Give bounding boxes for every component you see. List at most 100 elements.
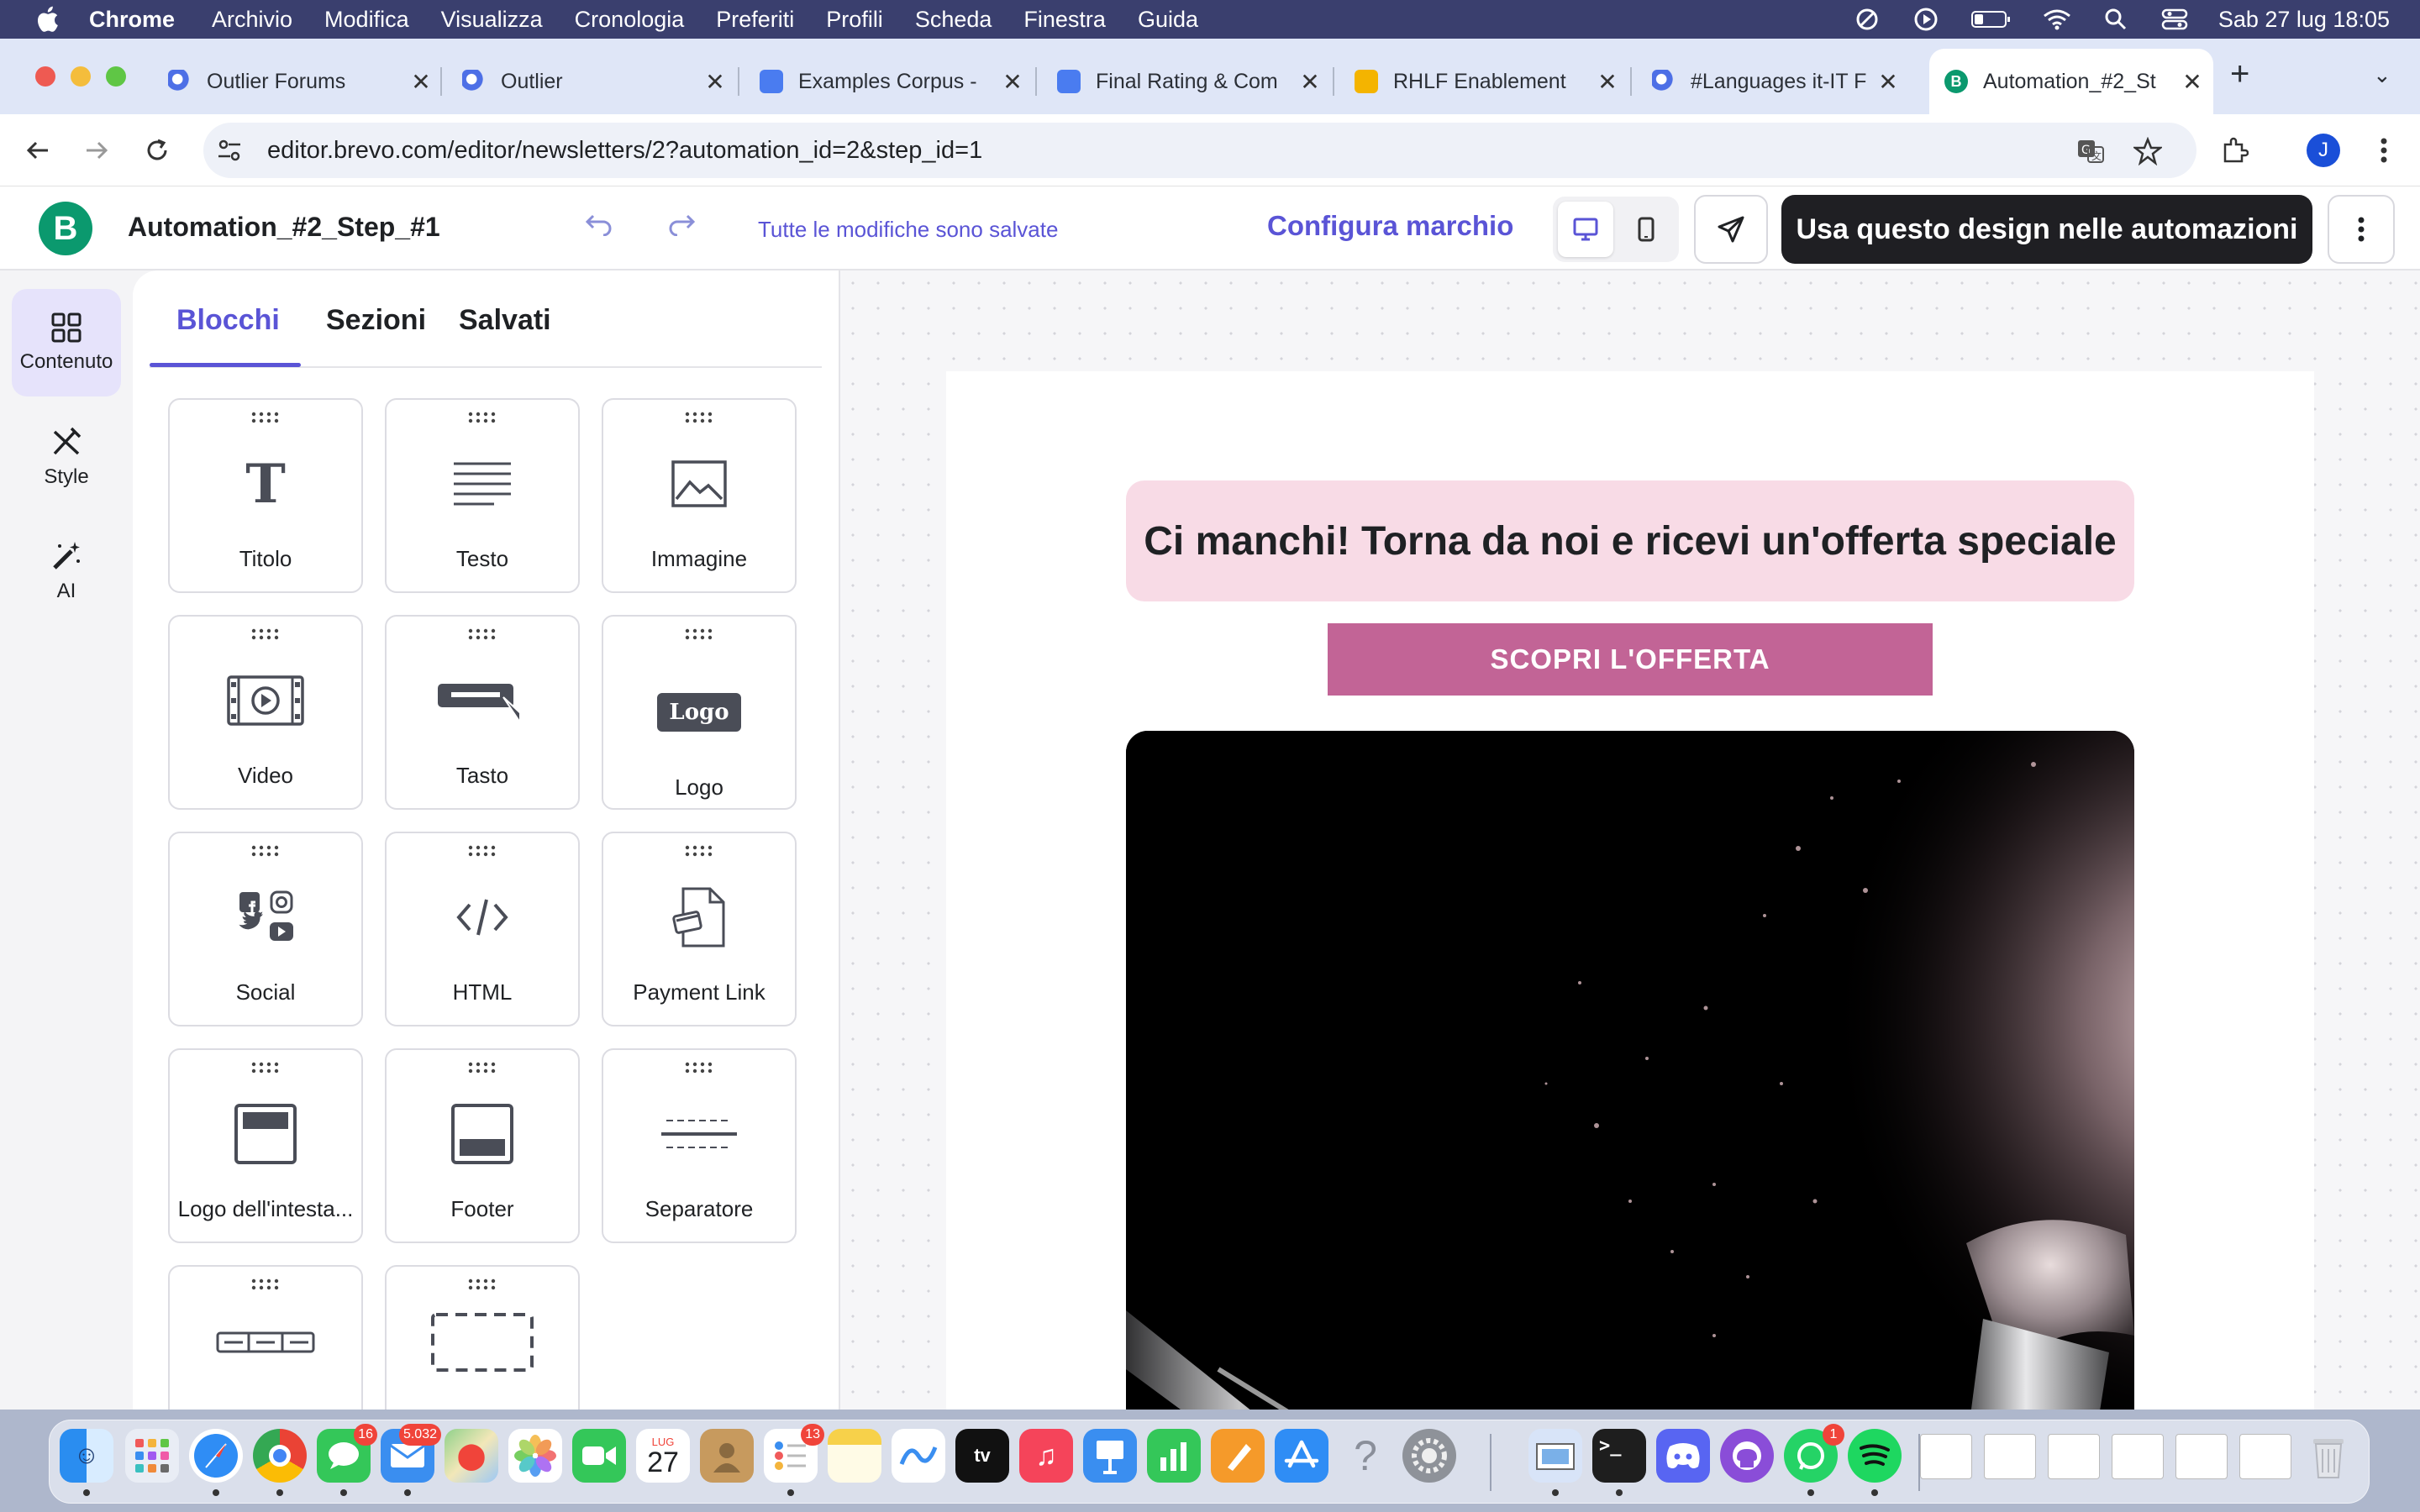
menu-visualizza[interactable]: Visualizza bbox=[441, 7, 543, 33]
block-html[interactable]: HTML bbox=[385, 832, 580, 1026]
drag-handle-icon[interactable] bbox=[464, 1278, 502, 1290]
tab-languages[interactable]: #Languages it-IT F ✕ bbox=[1640, 49, 1901, 114]
battery-icon[interactable] bbox=[1970, 7, 2013, 32]
menu-preferiti[interactable]: Preferiti bbox=[716, 7, 794, 33]
menu-scheda[interactable]: Scheda bbox=[915, 7, 992, 33]
tab-blocchi[interactable]: Blocchi bbox=[176, 304, 280, 337]
minimized-window-thumbnail[interactable] bbox=[2175, 1434, 2228, 1479]
drag-handle-icon[interactable] bbox=[464, 628, 502, 640]
close-tab-icon[interactable]: ✕ bbox=[1595, 68, 1620, 96]
block-spacer[interactable] bbox=[385, 1265, 580, 1410]
tab-search-chevron-icon[interactable]: ⌄ bbox=[2373, 62, 2391, 88]
close-tab-icon[interactable]: ✕ bbox=[1876, 68, 1901, 96]
photos-icon[interactable] bbox=[508, 1429, 562, 1483]
contacts-icon[interactable] bbox=[700, 1429, 754, 1483]
block-immagine[interactable]: Immagine bbox=[602, 398, 797, 593]
terminal-icon[interactable]: >_ bbox=[1592, 1429, 1646, 1483]
tab-salvati[interactable]: Salvati bbox=[459, 304, 551, 337]
tab-rhlf-enablement[interactable]: RHLF Enablement ✕ bbox=[1343, 49, 1620, 114]
drag-handle-icon[interactable] bbox=[247, 1278, 286, 1290]
wifi-icon[interactable] bbox=[2042, 7, 2072, 32]
site-settings-icon[interactable] bbox=[215, 136, 244, 165]
drag-handle-icon[interactable] bbox=[247, 845, 286, 857]
drag-handle-icon[interactable] bbox=[464, 412, 502, 423]
minimize-window-button[interactable] bbox=[71, 66, 91, 87]
messages-icon[interactable]: 16 bbox=[317, 1424, 377, 1483]
redo-icon[interactable] bbox=[667, 208, 696, 244]
menu-app-name[interactable]: Chrome bbox=[89, 7, 175, 33]
close-tab-icon[interactable]: ✕ bbox=[1000, 68, 1025, 96]
address-bar[interactable]: editor.brevo.com/editor/newsletters/2?au… bbox=[203, 123, 2196, 178]
music-icon[interactable]: ♫ bbox=[1019, 1429, 1073, 1483]
minimized-window-thumbnail[interactable] bbox=[2048, 1434, 2100, 1479]
play-circle-icon[interactable] bbox=[1911, 7, 1941, 32]
whatsapp-icon[interactable]: 1 bbox=[1784, 1424, 1844, 1483]
screen-mirroring-icon[interactable] bbox=[1852, 7, 1882, 32]
block-logo[interactable]: Logo Logo bbox=[602, 615, 797, 810]
block-tasto[interactable]: Tasto bbox=[385, 615, 580, 810]
close-tab-icon[interactable]: ✕ bbox=[2180, 68, 2205, 96]
hero-image[interactable] bbox=[1126, 731, 2134, 1410]
profile-avatar[interactable]: J bbox=[2304, 131, 2343, 170]
minimized-window-thumbnail[interactable] bbox=[1984, 1434, 2036, 1479]
close-tab-icon[interactable]: ✕ bbox=[1297, 68, 1323, 96]
rail-item-ai[interactable]: AI bbox=[12, 517, 121, 625]
translate-icon[interactable]: G文 bbox=[2075, 136, 2106, 166]
close-tab-icon[interactable]: ✕ bbox=[702, 68, 728, 96]
mail-icon[interactable]: 5.032 bbox=[381, 1424, 441, 1483]
drag-handle-icon[interactable] bbox=[681, 845, 719, 857]
drag-handle-icon[interactable] bbox=[681, 1062, 719, 1074]
apple-tv-icon[interactable]: tv bbox=[955, 1429, 1009, 1483]
new-tab-button[interactable]: + bbox=[2230, 55, 2249, 93]
help-icon[interactable]: ? bbox=[1339, 1429, 1392, 1483]
tab-outlier[interactable]: Outlier ✕ bbox=[450, 49, 728, 114]
back-arrow-icon[interactable] bbox=[18, 131, 57, 170]
reload-icon[interactable] bbox=[138, 131, 176, 170]
calendar-icon[interactable]: LUG 27 bbox=[636, 1429, 690, 1483]
discord-icon[interactable] bbox=[1656, 1429, 1710, 1483]
bookmark-star-icon[interactable] bbox=[2133, 136, 2163, 166]
system-settings-icon[interactable] bbox=[1402, 1429, 1456, 1483]
block-social[interactable]: Social bbox=[168, 832, 363, 1026]
block-payment-link[interactable]: Payment Link bbox=[602, 832, 797, 1026]
zoom-window-button[interactable] bbox=[106, 66, 126, 87]
drag-handle-icon[interactable] bbox=[681, 412, 719, 423]
minimized-window-thumbnail[interactable] bbox=[1920, 1434, 1972, 1479]
tab-sezioni[interactable]: Sezioni bbox=[326, 304, 426, 337]
rail-item-contenuto[interactable]: Contenuto bbox=[12, 289, 121, 396]
email-cta-button[interactable]: SCOPRI L'OFFERTA bbox=[1328, 623, 1933, 696]
drag-handle-icon[interactable] bbox=[247, 1062, 286, 1074]
numbers-icon[interactable] bbox=[1147, 1429, 1201, 1483]
more-options-button[interactable] bbox=[2328, 195, 2395, 264]
trash-icon[interactable] bbox=[2302, 1429, 2355, 1483]
chrome-menu-icon[interactable] bbox=[2365, 131, 2403, 170]
apple-icon[interactable] bbox=[30, 3, 64, 36]
block-titolo[interactable]: T Titolo bbox=[168, 398, 363, 593]
drag-handle-icon[interactable] bbox=[247, 628, 286, 640]
minimized-window-thumbnail[interactable] bbox=[2239, 1434, 2291, 1479]
extensions-puzzle-icon[interactable] bbox=[2215, 131, 2254, 170]
facetime-icon[interactable] bbox=[572, 1429, 626, 1483]
keynote-icon[interactable] bbox=[1083, 1429, 1137, 1483]
tab-outlier-forums[interactable]: Outlier Forums ✕ bbox=[156, 49, 434, 114]
spotify-icon[interactable] bbox=[1848, 1429, 1902, 1483]
tab-final-rating[interactable]: Final Rating & Com ✕ bbox=[1045, 49, 1323, 114]
control-center-icon[interactable] bbox=[2160, 7, 2190, 32]
menu-modifica[interactable]: Modifica bbox=[324, 7, 409, 33]
menu-archivio[interactable]: Archivio bbox=[212, 7, 292, 33]
close-tab-icon[interactable]: ✕ bbox=[408, 68, 434, 96]
menu-finestra[interactable]: Finestra bbox=[1023, 7, 1106, 33]
tab-automation-active[interactable]: B Automation_#2_St ✕ bbox=[1929, 49, 2213, 114]
drag-handle-icon[interactable] bbox=[464, 845, 502, 857]
use-design-button[interactable]: Usa questo design nelle automazioni bbox=[1781, 195, 2312, 264]
desktop-icon[interactable] bbox=[1558, 202, 1613, 257]
chrome-icon[interactable] bbox=[253, 1429, 307, 1483]
minimized-window-thumbnail[interactable] bbox=[2112, 1434, 2164, 1479]
menu-guida[interactable]: Guida bbox=[1138, 7, 1198, 33]
brevo-logo[interactable]: B bbox=[39, 202, 92, 255]
app-store-icon[interactable] bbox=[1275, 1429, 1328, 1483]
drag-handle-icon[interactable] bbox=[681, 628, 719, 640]
launchpad-icon[interactable] bbox=[125, 1429, 179, 1483]
configure-brand-link[interactable]: Configura marchio bbox=[1267, 210, 1513, 242]
block-testo[interactable]: Testo bbox=[385, 398, 580, 593]
